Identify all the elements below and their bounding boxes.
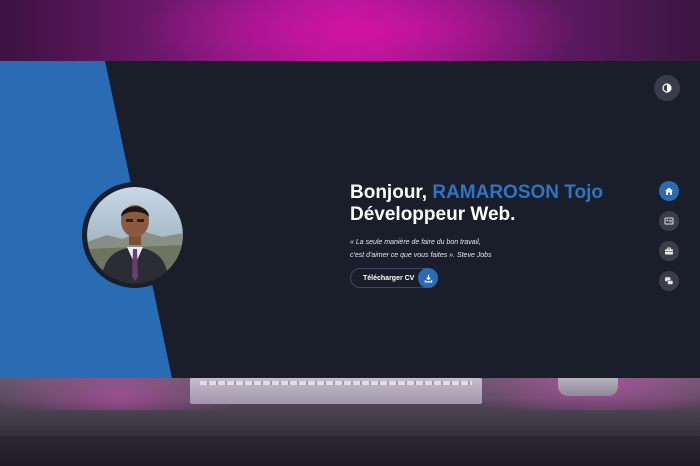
download-cv-button[interactable]: Télécharger CV bbox=[350, 268, 438, 288]
role-title: Développeur Web. bbox=[350, 204, 516, 225]
id-card-icon bbox=[664, 217, 674, 225]
nav-home-button[interactable] bbox=[659, 181, 679, 201]
home-icon bbox=[665, 187, 673, 195]
profile-photo bbox=[87, 187, 183, 283]
greeting-text: Bonjour, bbox=[350, 182, 428, 203]
hero-headline: Bonjour, RAMAROSON Tojo Développeur Web. bbox=[350, 182, 640, 226]
desk-edge bbox=[0, 410, 700, 436]
keyboard-image bbox=[190, 378, 482, 404]
download-cv-label: Télécharger CV bbox=[363, 274, 415, 282]
half-circle-icon bbox=[662, 83, 672, 93]
avatar bbox=[82, 182, 188, 288]
side-nav bbox=[659, 181, 679, 301]
download-icon bbox=[418, 268, 438, 288]
briefcase-icon bbox=[665, 247, 673, 255]
developer-name: RAMAROSON Tojo bbox=[432, 182, 603, 203]
portfolio-card: Bonjour, RAMAROSON Tojo Développeur Web.… bbox=[0, 61, 700, 378]
chat-icon bbox=[665, 277, 674, 285]
nav-about-button[interactable] bbox=[659, 211, 679, 231]
nav-portfolio-button[interactable] bbox=[659, 241, 679, 261]
quote-line-1: « La seule manière de faire du bon trava… bbox=[350, 239, 481, 246]
quote: « La seule manière de faire du bon trava… bbox=[350, 236, 610, 262]
nav-contact-button[interactable] bbox=[659, 271, 679, 291]
theme-toggle-button[interactable] bbox=[654, 75, 680, 101]
quote-line-2: c'est d'aimer ce que vous faites ». Stev… bbox=[350, 252, 492, 259]
